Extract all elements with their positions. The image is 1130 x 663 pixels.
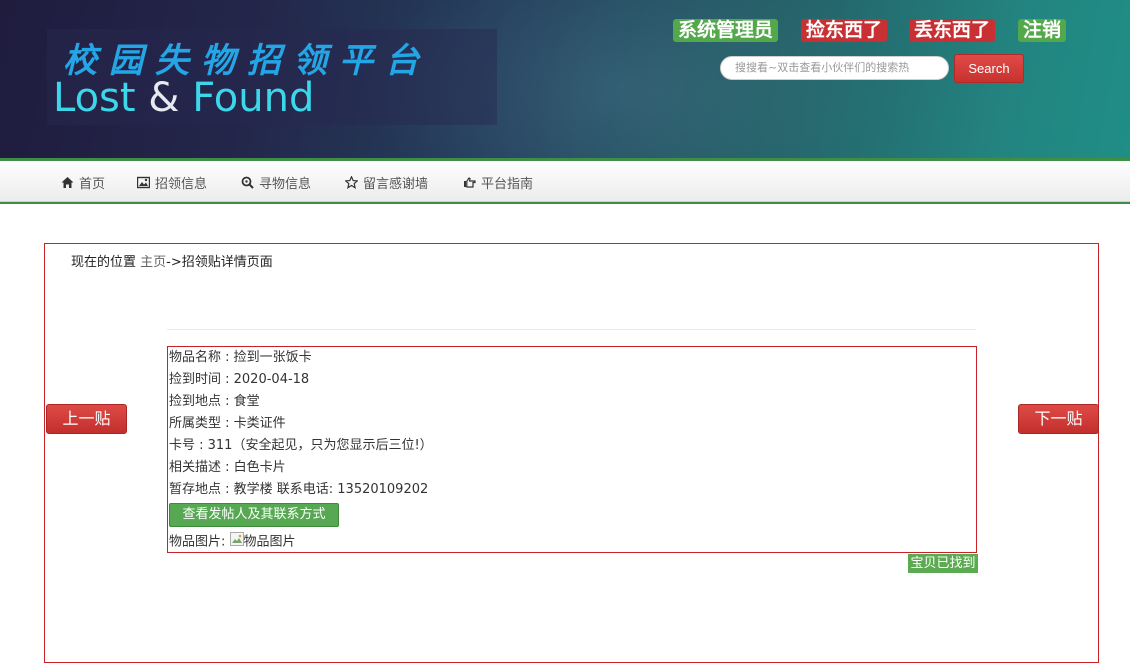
nav-item-home[interactable]: 首页 — [61, 173, 106, 192]
item-description: 相关描述 : 白色卡片 — [169, 460, 286, 475]
nav-label: 平台指南 — [481, 176, 534, 192]
item-type: 所属类型 : 卡类证件 — [169, 416, 286, 431]
header-banner: 校园失物招领平台 Lost & Found 系统管理员 捡东西了 丢东西了 注销… — [0, 0, 1130, 158]
nav-item-lost-info[interactable]: 寻物信息 — [241, 173, 312, 192]
found-status-badge: 宝贝已找到 — [908, 554, 978, 573]
lost-something-link[interactable]: 丢东西了 — [909, 19, 996, 42]
item-image-row: 物品图片: 物品图片 — [169, 532, 296, 552]
item-image-alt: 物品图片 — [243, 534, 296, 550]
search-input[interactable]: 搜搜看~双击查看小伙伴们的搜索热 — [720, 56, 949, 80]
divider — [167, 329, 976, 330]
prev-post-button[interactable]: 上一贴 — [46, 404, 127, 434]
nav-label: 留言感谢墙 — [363, 176, 429, 192]
home-icon — [61, 176, 74, 189]
logo-en-amp: & — [148, 75, 180, 121]
star-icon — [344, 174, 359, 189]
found-something-link[interactable]: 捡东西了 — [801, 19, 888, 42]
search-button[interactable]: Search — [954, 54, 1024, 83]
nav-label: 寻物信息 — [259, 176, 312, 192]
logo-en-found: Found — [179, 75, 315, 121]
logo-english-title: Lost & Found — [53, 75, 314, 121]
next-post-button[interactable]: 下一贴 — [1018, 404, 1099, 434]
item-image-label: 物品图片: — [169, 534, 226, 550]
site-logo[interactable]: 校园失物招领平台 Lost & Found — [47, 29, 497, 125]
nav-label: 招领信息 — [155, 176, 208, 192]
logo-en-lost: Lost — [53, 75, 149, 121]
zoom-icon — [241, 176, 254, 189]
picture-icon — [136, 176, 151, 189]
admin-link[interactable]: 系统管理员 — [673, 19, 779, 42]
item-name: 物品名称 : 捡到一张饭卡 — [169, 350, 312, 365]
found-place: 捡到地点 : 食堂 — [169, 394, 260, 409]
breadcrumb: 现在的位置 主页->招领贴详情页面 — [71, 251, 273, 270]
nav-label: 首页 — [79, 176, 106, 192]
hand-point-icon — [463, 176, 476, 189]
breadcrumb-current: ->招领贴详情页面 — [166, 255, 273, 270]
storage-and-phone: 暂存地点 : 教学楼 联系电话: 13520109202 — [169, 482, 429, 497]
logout-link[interactable]: 注销 — [1018, 19, 1067, 42]
broken-image-icon — [229, 532, 244, 552]
found-time: 捡到时间 : 2020-04-18 — [169, 372, 310, 387]
nav-item-guide[interactable]: 平台指南 — [463, 173, 534, 192]
card-number: 卡号 : 311（安全起见，只为您显示后三位!） — [169, 438, 433, 453]
nav-item-thanks-wall[interactable]: 留言感谢墙 — [344, 173, 429, 192]
breadcrumb-home-link[interactable]: 主页 — [140, 255, 166, 270]
view-poster-contact-button[interactable]: 查看发帖人及其联系方式 — [169, 503, 339, 527]
nav-bottom-border — [0, 202, 1130, 204]
breadcrumb-prefix: 现在的位置 — [71, 255, 141, 270]
nav-item-found-info[interactable]: 招领信息 — [136, 173, 208, 192]
main-nav: 首页 招领信息 寻物信息 留言感谢墙 平台指南 — [0, 161, 1130, 202]
item-detail-box: 物品名称 : 捡到一张饭卡 捡到时间 : 2020-04-18 捡到地点 : 食… — [167, 346, 977, 553]
